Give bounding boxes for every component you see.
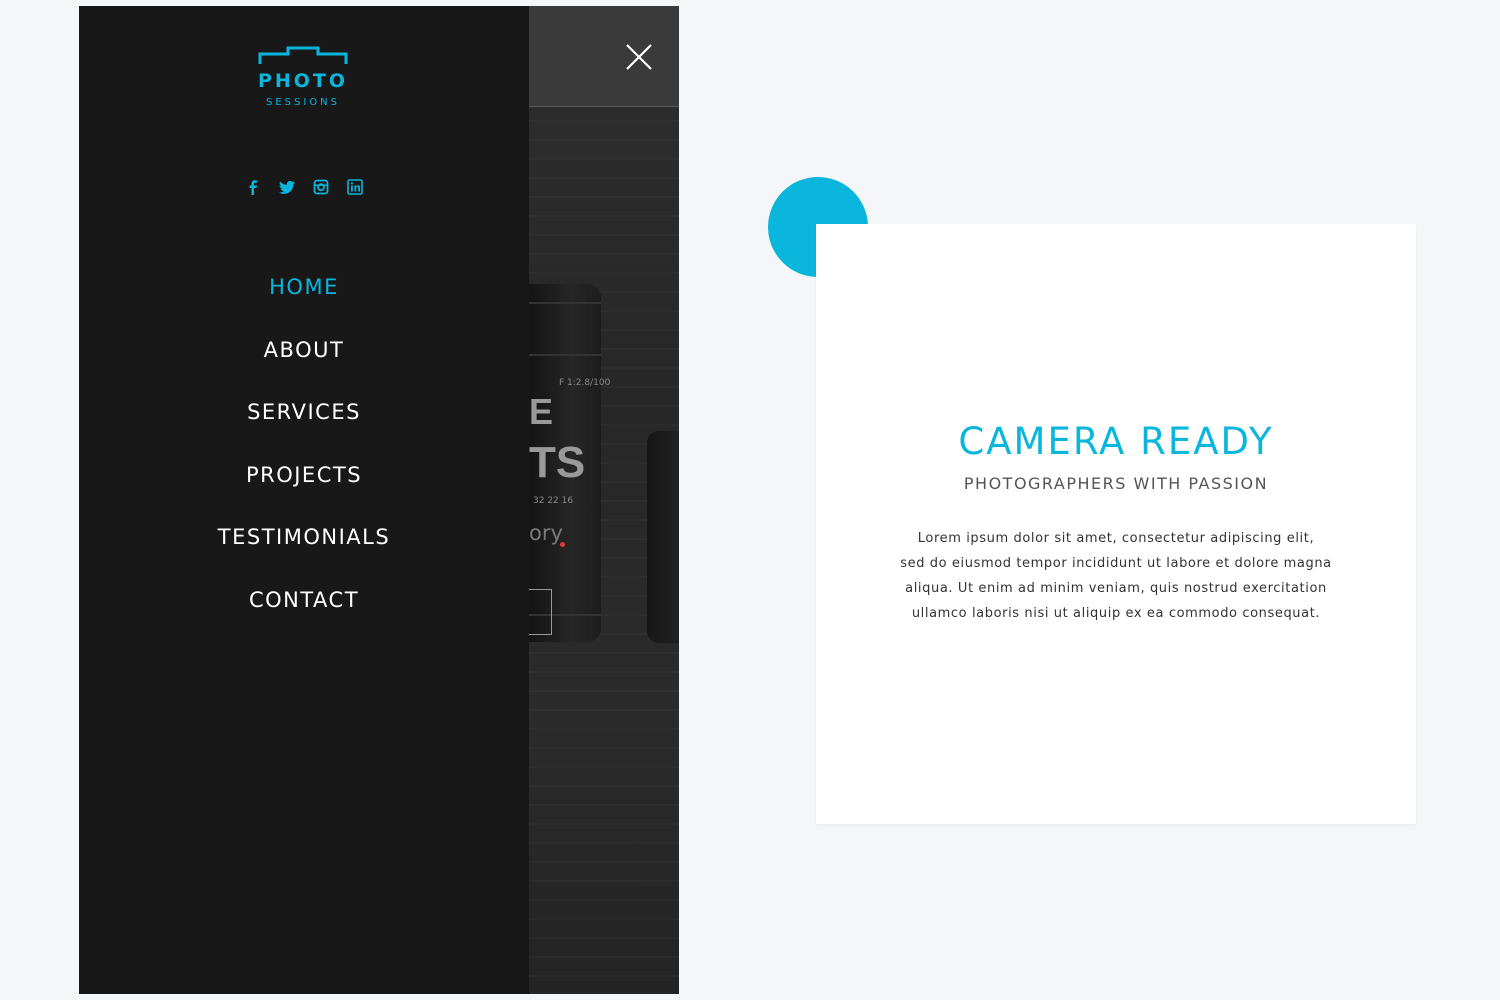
offcanvas-menu: PHOTO SESSIONS HOME ABOUT SERVICES PROJE…: [79, 6, 529, 994]
camera-lens-secondary-image: [647, 431, 679, 643]
logo-tagline: SESSIONS: [265, 97, 340, 108]
phone-mockup: F 1:2.8/100 32 22 16 E TS ory PHOTO SESS…: [79, 6, 679, 994]
hero-accent-dot: [560, 542, 565, 547]
nav-item-home[interactable]: HOME: [79, 256, 529, 319]
hero-header-bar: [529, 6, 679, 107]
twitter-link[interactable]: [278, 178, 296, 196]
hero-background-photo: F 1:2.8/100 32 22 16 E TS ory: [529, 6, 679, 994]
photo-sessions-logo[interactable]: PHOTO SESSIONS: [250, 44, 356, 114]
facebook-icon: [249, 180, 257, 195]
social-links: [79, 178, 529, 196]
main-navigation: HOME ABOUT SERVICES PROJECTS TESTIMONIALS CON…: [79, 256, 529, 631]
instagram-icon: [313, 179, 329, 195]
nav-item-projects[interactable]: PROJECTS: [79, 444, 529, 507]
instagram-link[interactable]: [312, 178, 330, 196]
close-icon: [626, 44, 652, 70]
twitter-icon: [278, 180, 295, 194]
lens-marking-mid: 32 22 16: [533, 496, 574, 506]
linkedin-link[interactable]: [346, 178, 364, 196]
card-title: CAMERA READY: [958, 420, 1274, 463]
card-body-line: sed do eiusmod tempor incididunt ut labo…: [900, 556, 1332, 571]
card-body-line: ullamco laboris nisi ut aliquip ex ea co…: [911, 606, 1321, 621]
nav-item-services[interactable]: SERVICES: [79, 381, 529, 444]
hero-cta-button-fragment[interactable]: [529, 589, 552, 635]
linkedin-icon: [347, 179, 363, 195]
feature-card: CAMERA READY PHOTOGRAPHERS WITH PASSION …: [816, 224, 1416, 824]
nav-item-about[interactable]: ABOUT: [79, 319, 529, 382]
close-menu-button[interactable]: [624, 42, 654, 72]
card-body-text: Lorem ipsum dolor sit amet, consectetur …: [896, 526, 1336, 626]
card-subtitle: PHOTOGRAPHERS WITH PASSION: [963, 474, 1269, 493]
hero-title-fragment-2: TS: [529, 438, 586, 487]
nav-item-testimonials[interactable]: TESTIMONIALS: [79, 506, 529, 569]
card-body-line: aliqua. Ut enim ad minim veniam, quis no…: [905, 581, 1327, 596]
logo-wordmark: PHOTO: [257, 70, 349, 92]
facebook-link[interactable]: [244, 178, 262, 196]
hero-subtitle-fragment: ory: [529, 521, 563, 545]
nav-item-contact[interactable]: CONTACT: [79, 569, 529, 632]
lens-marking-top: F 1:2.8/100: [559, 378, 611, 388]
hero-title-fragment-1: E: [529, 391, 554, 432]
card-body-line: Lorem ipsum dolor sit amet, consectetur …: [917, 531, 1315, 546]
